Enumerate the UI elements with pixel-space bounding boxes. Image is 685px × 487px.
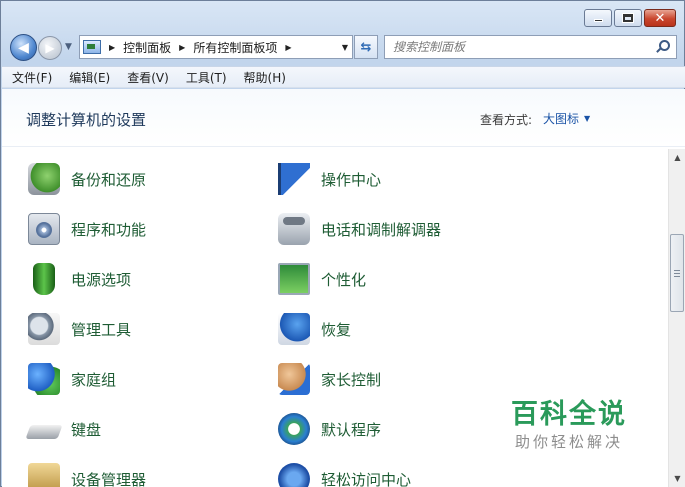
minimize-icon — [593, 19, 603, 22]
item-label: 程序和功能 — [71, 220, 147, 239]
view-by-label: 查看方式: — [480, 113, 533, 127]
address-bar[interactable]: ▶ 控制面板 ▶ 所有控制面板项 ▶ ▼ — [79, 35, 353, 59]
item-action-center[interactable]: 操作中心 — [278, 159, 381, 199]
breadcrumb-arrow-icon[interactable]: ▶ — [109, 43, 115, 52]
refresh-icon: ⇆ — [360, 39, 372, 55]
menu-bar: 文件(F) 编辑(E) 查看(V) 工具(T) 帮助(H) — [2, 66, 685, 88]
watermark: 百科全说 助你轻松解决 — [511, 399, 627, 452]
item-power-options[interactable]: 电源选项 — [28, 259, 131, 299]
breadcrumb-arrow-icon[interactable]: ▶ — [285, 43, 291, 52]
maximize-button[interactable] — [614, 9, 642, 27]
watermark-subtitle: 助你轻松解决 — [514, 433, 623, 451]
item-label: 操作中心 — [321, 170, 382, 189]
maximize-icon — [623, 14, 633, 22]
scroll-thumb[interactable] — [670, 234, 684, 312]
item-label: 电源选项 — [71, 270, 132, 289]
item-phone-modem[interactable]: 电话和调制解调器 — [278, 209, 441, 249]
address-dropdown-icon[interactable]: ▼ — [342, 43, 348, 52]
item-label: 键盘 — [71, 420, 102, 439]
navigation-bar: ◀ ▶ ▼ ▶ 控制面板 ▶ 所有控制面板项 ▶ ▼ ⇆ — [1, 33, 684, 61]
item-recovery[interactable]: 恢复 — [278, 309, 351, 349]
page-title: 调整计算机的设置 — [26, 111, 147, 129]
view-by-value: 大图标 — [543, 112, 580, 126]
control-panel-icon — [83, 40, 101, 54]
item-label: 电话和调制解调器 — [321, 220, 442, 239]
scroll-up-button[interactable]: ▲ — [669, 149, 685, 166]
chevron-down-icon: ▼ — [584, 114, 591, 123]
menu-view[interactable]: 查看(V) — [127, 69, 169, 86]
item-personalization[interactable]: 个性化 — [278, 259, 366, 299]
recovery-icon — [278, 313, 310, 345]
item-default-programs[interactable]: 默认程序 — [278, 409, 381, 449]
backup-restore-icon — [28, 163, 60, 195]
menu-help[interactable]: 帮助(H) — [244, 69, 286, 86]
close-button[interactable]: ✕ — [644, 9, 676, 27]
view-by-dropdown[interactable]: 大图标 ▼ — [543, 110, 590, 127]
item-admin-tools[interactable]: 管理工具 — [28, 309, 131, 349]
item-label: 家庭组 — [71, 370, 117, 389]
menu-edit[interactable]: 编辑(E) — [69, 69, 110, 86]
menu-tools[interactable]: 工具(T) — [186, 69, 227, 86]
parental-controls-icon — [278, 363, 310, 395]
item-label: 轻松访问中心 — [321, 470, 412, 487]
recent-pages-button[interactable]: ▼ — [65, 42, 75, 52]
personalization-icon — [278, 263, 310, 295]
admin-tools-icon — [28, 313, 60, 345]
item-label: 恢复 — [321, 320, 352, 339]
caption-buttons: ✕ — [584, 9, 676, 27]
item-parental-controls[interactable]: 家长控制 — [278, 359, 381, 399]
chevron-down-icon: ▼ — [65, 42, 72, 52]
item-label: 家长控制 — [321, 370, 382, 389]
menu-file[interactable]: 文件(F) — [12, 69, 52, 86]
item-keyboard[interactable]: 键盘 — [25, 409, 102, 449]
scroll-up-icon: ▲ — [674, 153, 681, 162]
arrow-left-icon: ◀ — [18, 39, 29, 56]
grip-icon — [674, 269, 680, 277]
power-options-icon — [33, 263, 55, 295]
breadcrumb-arrow-icon[interactable]: ▶ — [179, 43, 185, 52]
content-header: 调整计算机的设置 查看方式: 大图标 ▼ — [2, 89, 685, 147]
arrow-right-icon: ▶ — [45, 41, 55, 55]
forward-button[interactable]: ▶ — [38, 36, 62, 60]
minimize-button[interactable] — [584, 9, 612, 27]
item-label: 设备管理器 — [71, 470, 147, 487]
search-box[interactable] — [384, 35, 677, 59]
item-label: 管理工具 — [71, 320, 132, 339]
search-input[interactable] — [385, 37, 654, 57]
breadcrumb-control-panel[interactable]: 控制面板 — [123, 39, 171, 56]
search-icon[interactable] — [654, 39, 670, 55]
ease-of-access-icon — [278, 463, 310, 487]
keyboard-icon — [25, 425, 63, 439]
item-ease-of-access[interactable]: 轻松访问中心 — [278, 459, 411, 487]
close-icon: ✕ — [654, 10, 666, 26]
control-panel-window: ✕ ◀ ▶ ▼ ▶ 控制面板 ▶ 所有控制面板项 ▶ ▼ ⇆ 文件(F) 编辑(… — [0, 0, 685, 487]
homegroup-icon — [28, 363, 60, 395]
item-label: 备份和还原 — [71, 170, 147, 189]
default-programs-icon — [278, 413, 310, 445]
watermark-title: 百科全说 — [511, 399, 627, 430]
scroll-down-button[interactable]: ▼ — [669, 470, 685, 487]
item-device-manager[interactable]: 设备管理器 — [28, 459, 146, 487]
vertical-scrollbar[interactable]: ▲ ▼ — [668, 149, 685, 487]
phone-modem-icon — [278, 213, 310, 245]
item-homegroup[interactable]: 家庭组 — [28, 359, 116, 399]
item-programs-features[interactable]: 程序和功能 — [28, 209, 146, 249]
device-manager-icon — [28, 463, 60, 487]
item-label: 个性化 — [321, 270, 367, 289]
item-backup-restore[interactable]: 备份和还原 — [28, 159, 146, 199]
scroll-down-icon: ▼ — [674, 474, 681, 483]
item-label: 默认程序 — [321, 420, 382, 439]
refresh-button[interactable]: ⇆ — [354, 35, 378, 59]
back-button[interactable]: ◀ — [10, 34, 37, 61]
programs-features-icon — [28, 213, 60, 245]
breadcrumb-all-items[interactable]: 所有控制面板项 — [193, 39, 277, 56]
action-center-flag-icon — [278, 163, 310, 195]
